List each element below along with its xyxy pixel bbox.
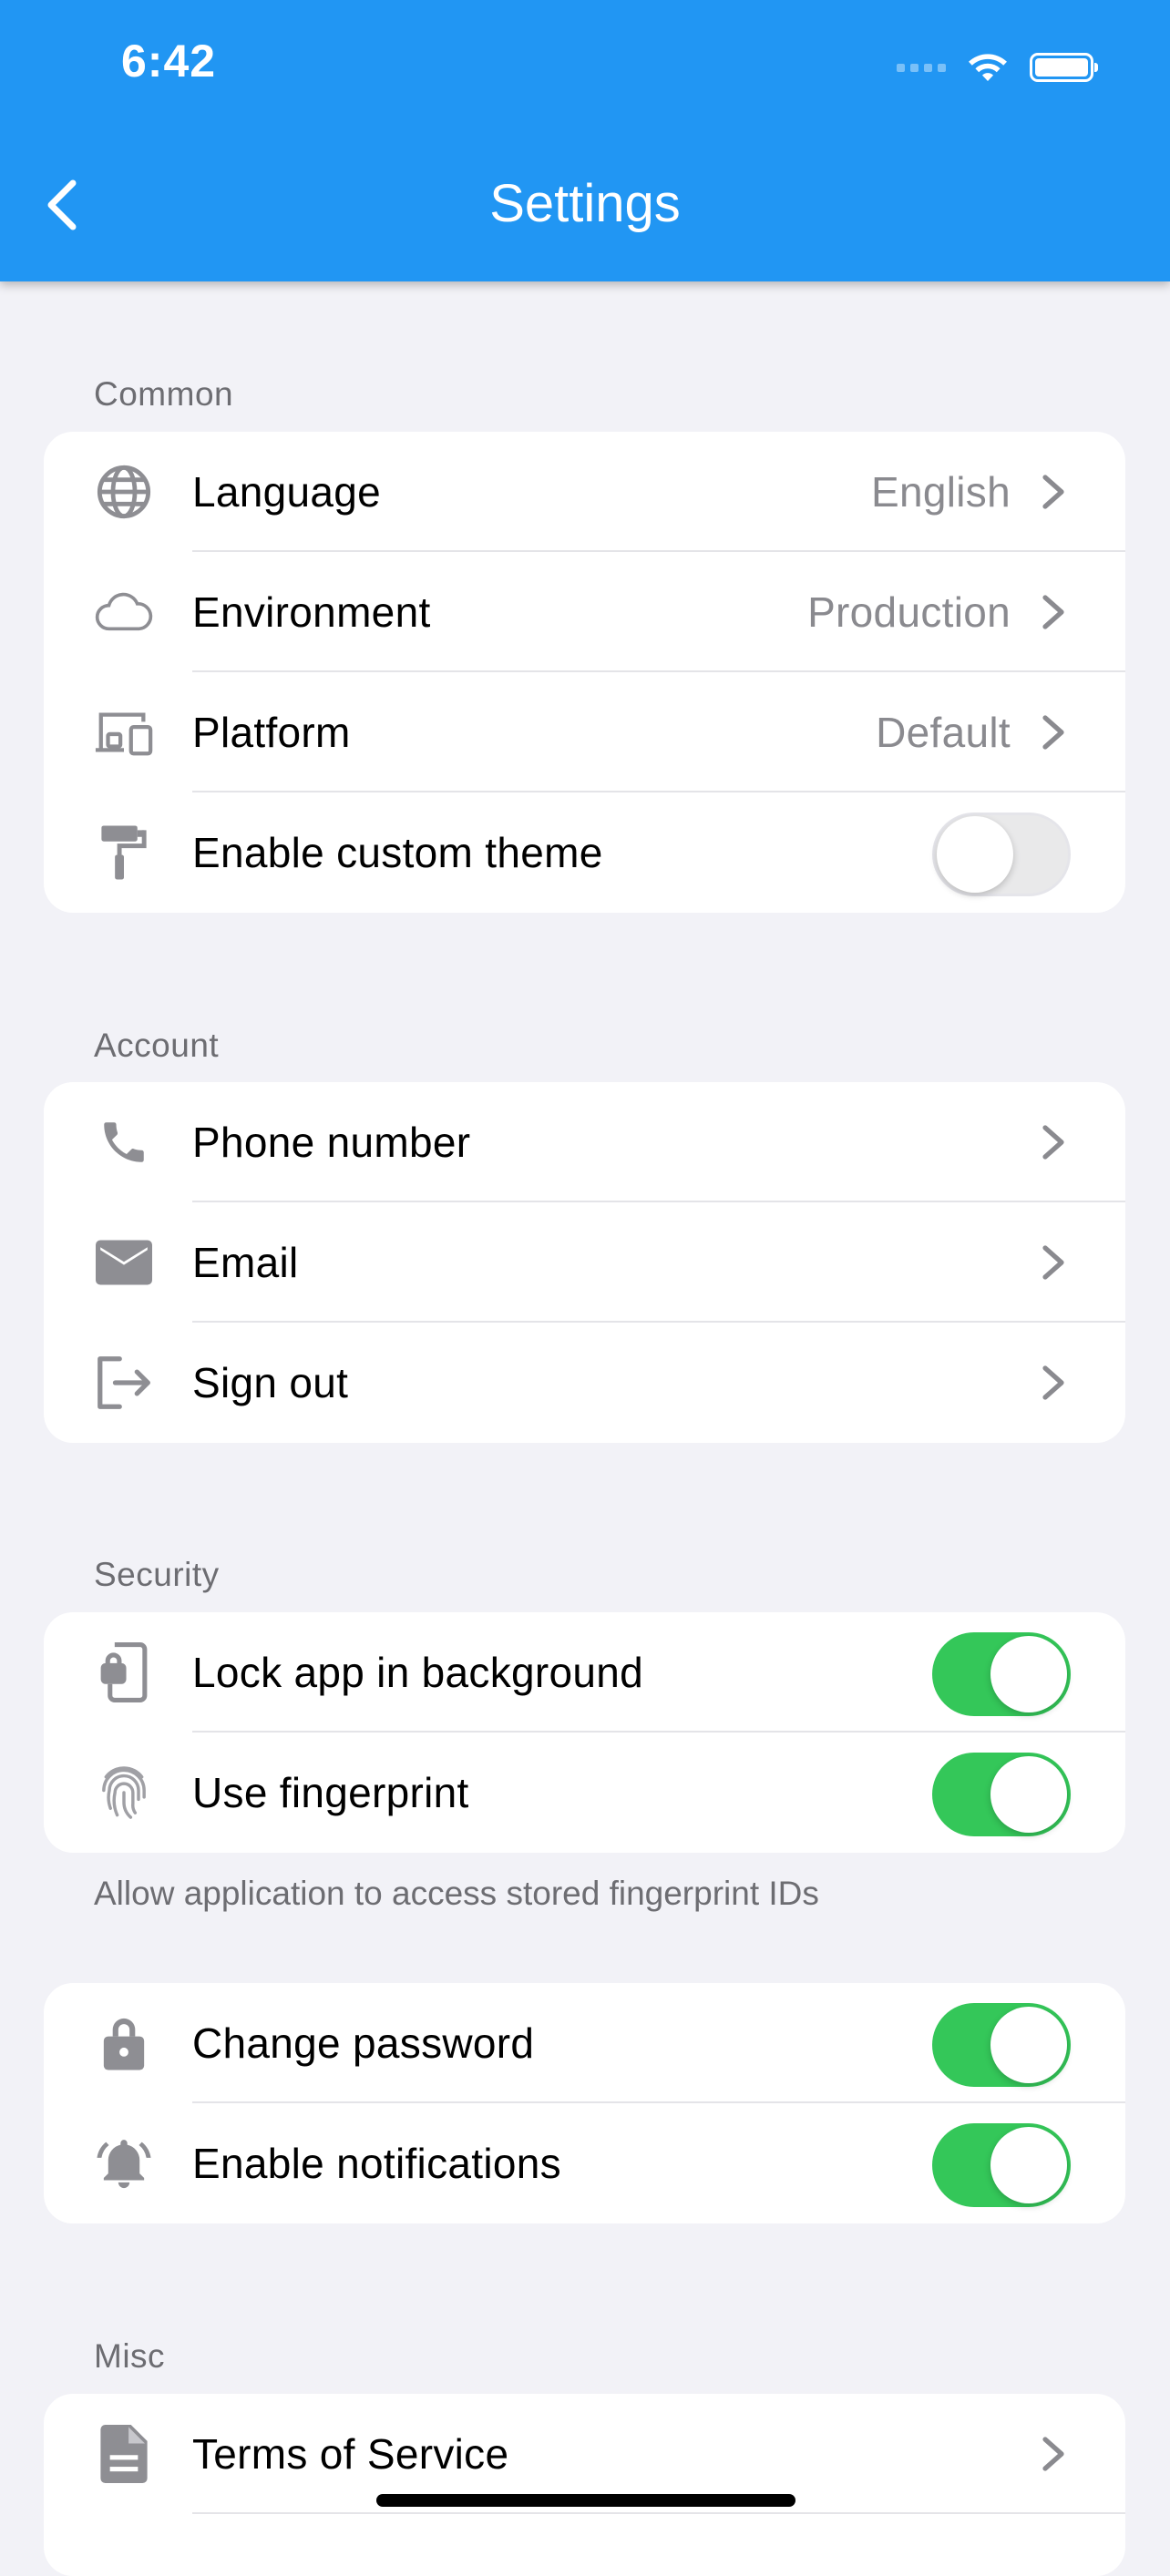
- lock-app-toggle[interactable]: [932, 1632, 1071, 1716]
- document-icon: [94, 2425, 154, 2483]
- row-label: Terms of Service: [192, 2430, 509, 2478]
- row-label: Change password: [192, 2019, 535, 2067]
- lock-icon: [94, 2016, 154, 2070]
- phone-lock-icon: [94, 1642, 154, 1702]
- toggle-knob: [990, 1756, 1067, 1833]
- globe-icon: [94, 465, 154, 519]
- section-label-misc: Misc: [94, 2337, 166, 2375]
- row-label: Lock app in background: [192, 1649, 644, 1696]
- misc-section-card: Terms of Service: [44, 2394, 1125, 2576]
- common-section-card: Language English Environment Production …: [44, 432, 1125, 913]
- phone-icon: [94, 1115, 154, 1170]
- row-divider: [192, 2512, 1125, 2514]
- settings-row-language[interactable]: Language English: [44, 432, 1125, 552]
- row-label: Environment: [192, 588, 431, 636]
- toggle-knob: [990, 2007, 1067, 2083]
- account-section-card: Phone number Email Sign out: [44, 1082, 1125, 1443]
- fingerprint-footnote: Allow application to access stored finge…: [94, 1875, 819, 1912]
- toggle-knob: [937, 816, 1013, 893]
- section-label-account: Account: [94, 1027, 220, 1064]
- row-label: Enable notifications: [192, 2140, 561, 2187]
- chevron-right-icon: [1042, 2437, 1064, 2471]
- settings-row-sign-out[interactable]: Sign out: [44, 1323, 1125, 1443]
- app-header: 6:42 Settings: [0, 0, 1170, 281]
- status-time: 6:42: [121, 36, 217, 87]
- settings-row-fingerprint: Use fingerprint: [44, 1733, 1125, 1853]
- security-section-card: Lock app in background Use fingerprint: [44, 1612, 1125, 1853]
- settings-row-phone-number[interactable]: Phone number: [44, 1082, 1125, 1202]
- password-notifications-card: Change password Enable notifications: [44, 1983, 1125, 2223]
- settings-row-change-password: Change password: [44, 1983, 1125, 2103]
- devices-icon: [94, 705, 154, 760]
- row-value: English: [871, 468, 1011, 516]
- cellular-signal-icon: [897, 63, 946, 72]
- change-password-toggle[interactable]: [932, 2003, 1071, 2087]
- notifications-toggle[interactable]: [932, 2123, 1071, 2207]
- settings-row-custom-theme: Enable custom theme: [44, 792, 1125, 913]
- row-label: Email: [192, 1239, 299, 1286]
- status-icons: [897, 46, 1098, 89]
- logout-icon: [94, 1355, 154, 1410]
- toggle-knob: [990, 2127, 1067, 2203]
- settings-row-email[interactable]: Email: [44, 1202, 1125, 1323]
- row-label: Use fingerprint: [192, 1769, 469, 1816]
- row-label: Language: [192, 468, 382, 516]
- row-label: Enable custom theme: [192, 829, 603, 876]
- settings-row-platform[interactable]: Platform Default: [44, 672, 1125, 792]
- section-label-security: Security: [94, 1556, 220, 1593]
- row-label: Phone number: [192, 1119, 471, 1166]
- cloud-icon: [94, 585, 154, 639]
- chevron-right-icon: [1042, 475, 1064, 509]
- settings-row-lock-app: Lock app in background: [44, 1612, 1125, 1733]
- row-value: Default: [876, 709, 1011, 756]
- toggle-knob: [990, 1636, 1067, 1712]
- chevron-right-icon: [1042, 715, 1064, 750]
- home-indicator[interactable]: [376, 2494, 795, 2507]
- mail-icon: [94, 1235, 154, 1290]
- wifi-icon: [969, 54, 1007, 81]
- custom-theme-toggle[interactable]: [932, 813, 1071, 896]
- chevron-right-icon: [1042, 1245, 1064, 1280]
- section-label-common: Common: [94, 375, 234, 413]
- row-label: Platform: [192, 709, 351, 756]
- row-label: Sign out: [192, 1359, 349, 1406]
- fingerprint-icon: [94, 1765, 154, 1820]
- settings-row-environment[interactable]: Environment Production: [44, 552, 1125, 672]
- chevron-right-icon: [1042, 1365, 1064, 1400]
- fingerprint-toggle[interactable]: [932, 1753, 1071, 1836]
- bell-icon: [94, 2136, 154, 2191]
- row-value: Production: [807, 588, 1011, 636]
- paint-roller-icon: [94, 825, 154, 880]
- chevron-right-icon: [1042, 595, 1064, 629]
- page-title: Settings: [489, 174, 681, 233]
- settings-row-notifications: Enable notifications: [44, 2103, 1125, 2223]
- battery-icon: [1030, 53, 1098, 82]
- chevron-right-icon: [1042, 1125, 1064, 1160]
